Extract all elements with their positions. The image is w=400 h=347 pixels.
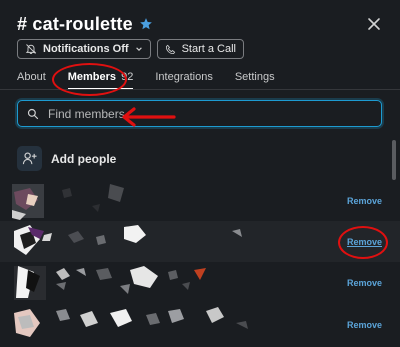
member-row[interactable]: Remove (0, 221, 400, 262)
channel-actions: Notifications Off Start a Call (17, 39, 244, 59)
redacted-member-info (14, 266, 206, 300)
add-person-icon-box (17, 146, 42, 171)
channel-details-panel: # cat-roulette Notifications Off Start a… (0, 0, 400, 347)
add-person-icon (22, 152, 37, 165)
members-list: Remove Remove Remove Remove (0, 180, 400, 347)
tab-about[interactable]: About (17, 71, 46, 89)
star-icon[interactable] (139, 17, 153, 31)
search-input[interactable] (46, 105, 350, 122)
tab-members[interactable]: Members 92 (67, 71, 134, 90)
redacted-member-info (14, 307, 248, 337)
bell-off-icon (25, 44, 37, 54)
scrollbar-thumb[interactable] (392, 140, 396, 180)
add-people-label: Add people (51, 151, 117, 166)
chevron-down-icon (135, 47, 142, 51)
notifications-button[interactable]: Notifications Off (17, 39, 151, 59)
redacted-member-info (14, 225, 242, 255)
remove-button[interactable]: Remove (347, 196, 382, 206)
channel-title[interactable]: # cat-roulette (17, 14, 133, 35)
member-row[interactable]: Remove (0, 262, 400, 303)
find-members-search[interactable] (17, 100, 382, 127)
tab-bar: About Members 92 Integrations Settings (17, 67, 400, 90)
phone-icon (165, 44, 175, 54)
notifications-label: Notifications Off (43, 43, 129, 55)
tab-settings[interactable]: Settings (235, 71, 275, 89)
start-call-label: Start a Call (181, 43, 236, 55)
remove-button[interactable]: Remove (347, 320, 382, 330)
remove-button[interactable]: Remove (347, 278, 382, 288)
add-people-button[interactable]: Add people (17, 146, 116, 171)
start-call-button[interactable]: Start a Call (156, 39, 244, 59)
remove-button[interactable]: Remove (347, 237, 382, 247)
channel-header: # cat-roulette (17, 10, 400, 38)
close-icon[interactable] (366, 16, 382, 32)
tab-divider (0, 89, 400, 90)
member-row[interactable]: Remove (0, 303, 400, 344)
tab-members-label: Members (67, 71, 117, 83)
member-row[interactable]: Remove (0, 180, 400, 221)
redacted-member-info (12, 184, 124, 220)
search-icon (27, 108, 39, 119)
member-count: 92 (121, 71, 134, 83)
tab-integrations[interactable]: Integrations (155, 71, 212, 89)
